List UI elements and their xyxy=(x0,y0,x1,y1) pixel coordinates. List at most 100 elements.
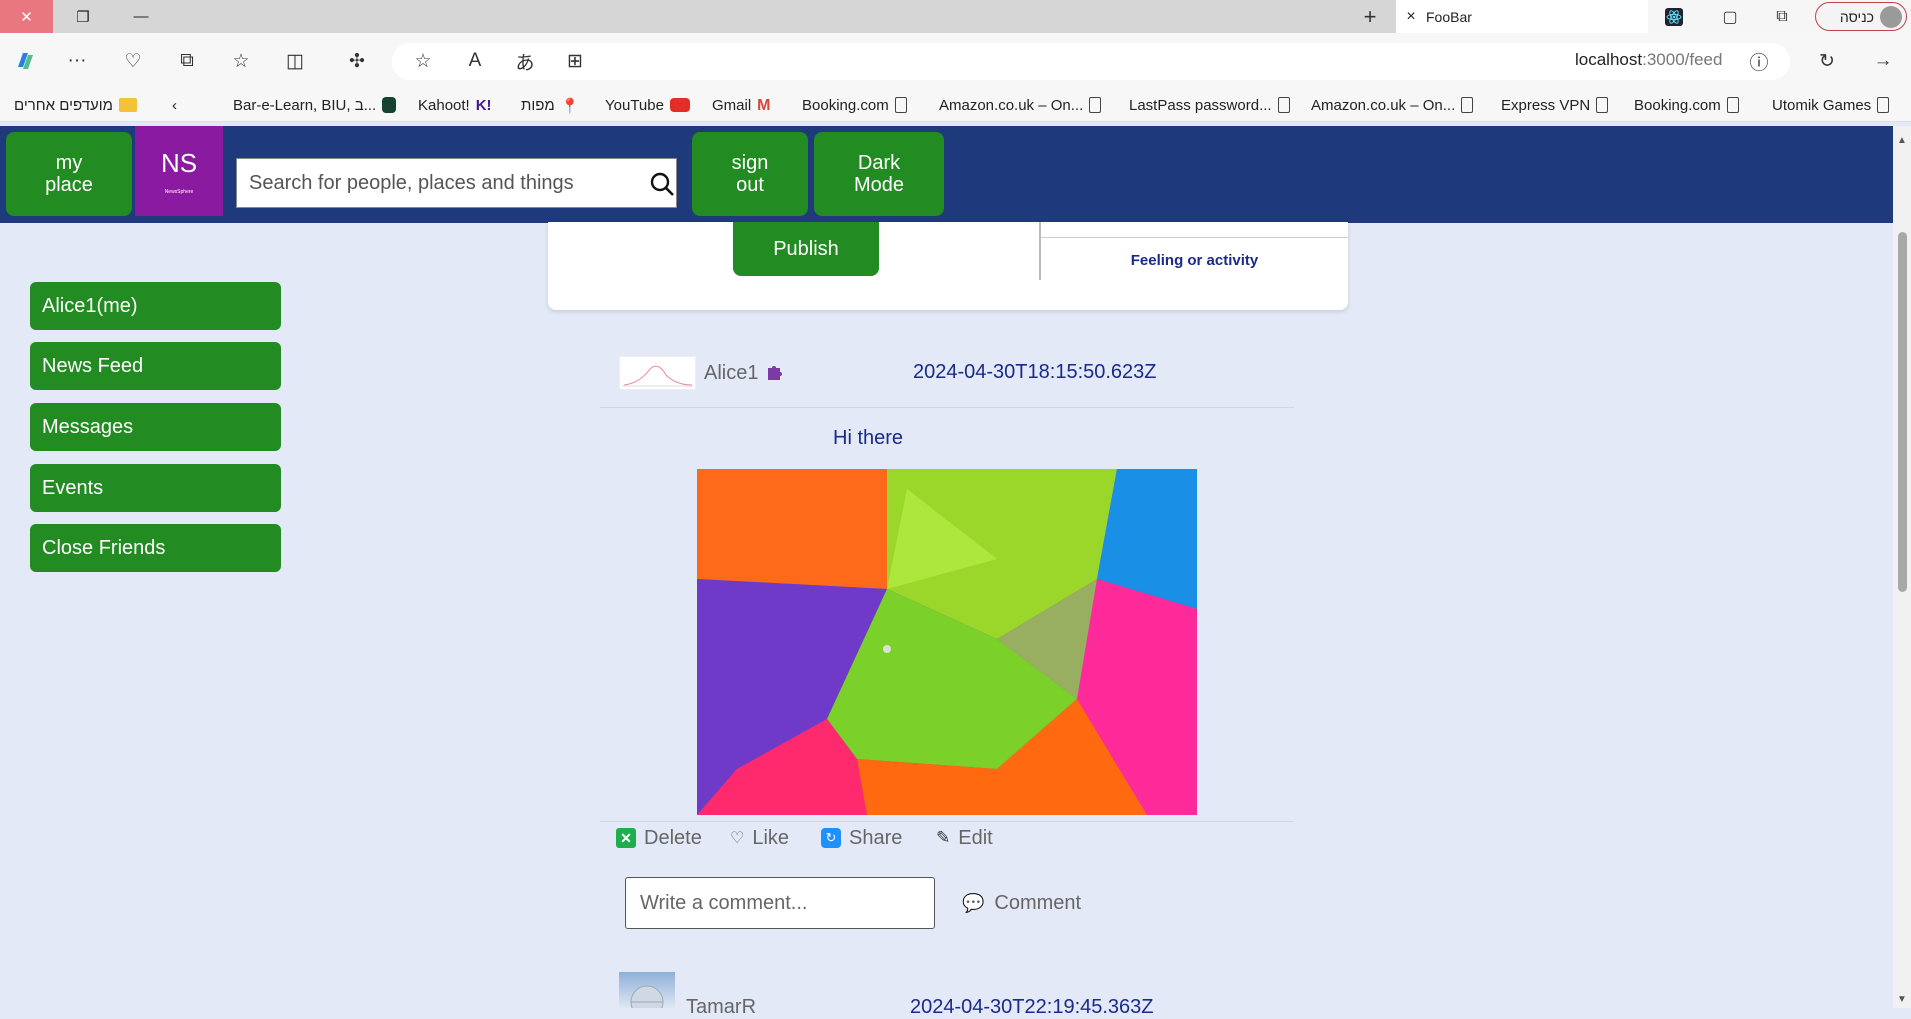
bookmark-label: Bar-e-Learn, BIU, ב... xyxy=(233,96,377,114)
app-logo[interactable]: NS NewsSphere xyxy=(135,126,223,216)
share-button[interactable]: ↻ Share xyxy=(821,826,902,850)
sign-out-button[interactable]: sign out xyxy=(692,132,808,216)
post-header-divider xyxy=(600,407,1294,408)
address-host: localhost xyxy=(1575,50,1643,69)
next-post-author-avatar[interactable] xyxy=(619,972,675,1008)
comment-input[interactable] xyxy=(625,877,935,929)
sidebar-item-profile[interactable]: Alice1(me) xyxy=(30,282,281,330)
chevron-left-icon: ‹ xyxy=(172,96,177,114)
window-minimize-button[interactable]: — xyxy=(118,0,164,33)
delete-icon: ✕ xyxy=(616,828,636,848)
bookmark-item[interactable]: מפות 📍 xyxy=(521,94,579,116)
bookmark-item[interactable]: Booking.com xyxy=(1634,94,1739,116)
bookmark-label: מפות xyxy=(521,96,555,114)
bookmark-label: Gmail xyxy=(712,96,752,114)
my-place-button[interactable]: my place xyxy=(6,132,132,216)
composer-divider xyxy=(1039,222,1041,280)
like-button[interactable]: ♡ Like xyxy=(730,826,789,850)
page-icon xyxy=(1726,97,1739,113)
tab-close-icon[interactable]: × xyxy=(1396,8,1426,26)
post-author-avatar[interactable] xyxy=(619,356,696,390)
window-restore-button[interactable]: ❐ xyxy=(60,0,106,33)
pencil-icon: ✎ xyxy=(936,828,951,847)
bookmark-item[interactable]: Bar-e-Learn, BIU, ב... xyxy=(233,94,397,116)
profile-button[interactable]: כניסה xyxy=(1815,2,1907,31)
forward-icon[interactable]: → xyxy=(1866,46,1900,76)
bookmark-item[interactable]: Express VPN xyxy=(1501,94,1609,116)
post-image[interactable] xyxy=(697,469,1197,815)
post-timestamp: 2024-04-30T18:15:50.623Z xyxy=(913,361,1157,383)
bookmark-label: Amazon.co.uk – On... xyxy=(939,96,1084,114)
bookmark-label: Express VPN xyxy=(1501,96,1591,114)
logo-text: NS xyxy=(160,147,198,178)
bookmark-item[interactable]: Gmail M xyxy=(712,94,771,116)
heart-icon: ♡ xyxy=(730,830,745,847)
feeling-activity-button[interactable]: Feeling or activity xyxy=(1041,252,1348,269)
like-label: Like xyxy=(752,826,790,849)
app-available-icon[interactable]: ⊞ xyxy=(558,46,592,76)
gmail-favicon: M xyxy=(757,97,771,114)
page-icon xyxy=(1596,97,1609,113)
edit-button[interactable]: ✎ Edit xyxy=(936,826,993,850)
bookmark-label: Booking.com xyxy=(1634,96,1721,114)
bookmark-item[interactable]: Amazon.co.uk – On... xyxy=(939,94,1102,116)
post-author-name[interactable]: Alice1 xyxy=(704,362,758,385)
search-icon[interactable] xyxy=(649,171,675,197)
add-favorite-star-icon[interactable]: ☆ xyxy=(406,46,440,76)
other-favorites[interactable]: מועדפים אחרים xyxy=(14,94,137,116)
publish-button[interactable]: Publish xyxy=(733,222,879,276)
bookmark-item[interactable]: Utomik Games xyxy=(1772,94,1890,116)
other-favorites-label: מועדפים אחרים xyxy=(14,96,113,114)
biu-favicon xyxy=(382,97,397,113)
address-url[interactable]: localhost:3000/feed xyxy=(1575,50,1722,70)
refresh-icon[interactable]: ↻ xyxy=(1810,46,1844,76)
edit-label: Edit xyxy=(958,826,993,849)
copilot-icon[interactable] xyxy=(8,46,42,76)
more-menu-icon[interactable]: ··· xyxy=(60,46,94,76)
translate-icon[interactable]: あ xyxy=(508,46,542,76)
read-aloud-icon[interactable]: A xyxy=(458,46,492,76)
page-icon xyxy=(1877,97,1890,113)
split-screen-icon[interactable]: ◫ xyxy=(278,46,312,76)
post-footer-divider xyxy=(600,821,1294,822)
delete-label: Delete xyxy=(644,826,702,849)
speech-bubble-icon: 💬 xyxy=(962,893,985,913)
puzzle-badge-icon xyxy=(768,366,782,380)
scroll-down-arrow-icon[interactable]: ▼ xyxy=(1895,992,1909,1006)
bookmark-item[interactable]: LastPass password... xyxy=(1129,94,1290,116)
site-info-icon[interactable]: ⓘ xyxy=(1742,46,1776,76)
sidebar-item-close-friends[interactable]: Close Friends xyxy=(30,524,281,572)
bookmark-label: Booking.com xyxy=(802,96,889,114)
favorites-icon[interactable]: ☆ xyxy=(224,46,258,76)
avatar-icon xyxy=(1880,5,1902,28)
window-close-button[interactable]: ✕ xyxy=(0,0,53,33)
comment-button[interactable]: 💬 Comment xyxy=(962,892,1081,915)
bookmark-item[interactable]: Booking.com xyxy=(802,94,907,116)
logo-tagline: NewsSphere xyxy=(164,188,194,195)
workspaces-icon[interactable]: ⧉ xyxy=(1764,0,1800,33)
delete-button[interactable]: ✕ Delete xyxy=(616,826,702,850)
new-tab-button[interactable]: + xyxy=(1352,0,1388,33)
sidebar-item-messages[interactable]: Messages xyxy=(30,403,281,451)
youtube-favicon xyxy=(669,98,690,112)
sidebar-item-news-feed[interactable]: News Feed xyxy=(30,342,281,390)
extensions-icon[interactable]: ✣ xyxy=(340,46,374,76)
dark-mode-button[interactable]: Dark Mode xyxy=(814,132,944,216)
health-icon[interactable]: ♡ xyxy=(116,46,150,76)
page-icon xyxy=(1461,97,1474,113)
bookmark-item[interactable]: Amazon.co.uk – On... xyxy=(1311,94,1474,116)
scrollbar-thumb[interactable] xyxy=(1898,232,1907,592)
tab-actions-icon[interactable]: ▢ xyxy=(1712,0,1748,33)
search-input[interactable] xyxy=(237,159,661,207)
collections-icon[interactable]: ⧉ xyxy=(170,46,204,76)
maps-pin-icon: 📍 xyxy=(560,98,580,115)
bookmark-item[interactable]: Kahoot! K! xyxy=(418,94,492,116)
bookmarks-overflow-chevron[interactable]: ‹ xyxy=(172,94,177,116)
react-devtools-icon[interactable] xyxy=(1656,0,1692,33)
scroll-up-arrow-icon[interactable]: ▲ xyxy=(1895,133,1909,147)
sidebar-item-events[interactable]: Events xyxy=(30,464,281,512)
bookmark-item[interactable]: YouTube xyxy=(605,94,690,116)
tab-foobar[interactable]: × FooBar xyxy=(1396,0,1648,33)
bookmark-label: YouTube xyxy=(605,96,664,114)
search-bar xyxy=(236,158,677,208)
